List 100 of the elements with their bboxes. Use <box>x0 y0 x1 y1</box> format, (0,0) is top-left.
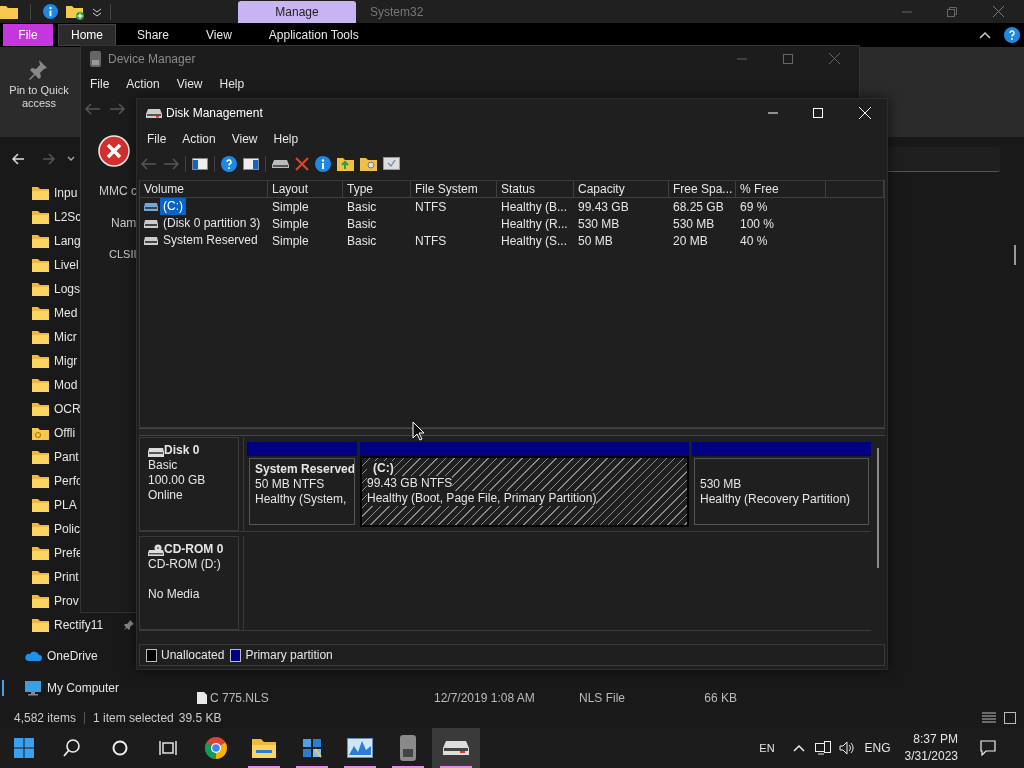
circle-icon[interactable] <box>112 740 128 756</box>
disk-label-panel[interactable]: CD-ROM 0 CD-ROM (D:) No Media <box>139 536 239 630</box>
nav-item[interactable]: Inpu <box>2 181 78 205</box>
table-cell-text: Basic <box>347 232 377 250</box>
menu-item[interactable]: Action <box>126 75 160 93</box>
nav-item[interactable]: Prov <box>2 589 79 613</box>
nav-item[interactable]: Offli <box>2 421 76 445</box>
folder-search-icon[interactable] <box>360 156 377 171</box>
nav-item[interactable]: Livel <box>2 253 79 277</box>
folder-icon <box>32 618 49 632</box>
details-view-icon[interactable] <box>982 712 996 724</box>
windows-start-icon[interactable] <box>14 738 34 758</box>
chevron-down-icon[interactable] <box>92 6 102 17</box>
nav-item[interactable]: Med <box>2 301 78 325</box>
scrollbar[interactable] <box>1014 245 1016 265</box>
table-cell-text: Healthy (S... <box>501 232 568 250</box>
menu-item[interactable]: File <box>147 129 167 148</box>
table-cell[interactable]: (C:) <box>160 198 186 215</box>
help-icon[interactable] <box>221 155 237 172</box>
file-name[interactable]: C 775.NLS <box>210 689 434 707</box>
column-header[interactable]: % Free <box>736 181 826 198</box>
nav-item[interactable]: PLA <box>2 493 77 517</box>
menu-item[interactable]: View <box>231 129 258 148</box>
nav-item[interactable]: Rectify11 <box>2 613 104 637</box>
nav-item[interactable]: Mod <box>2 373 78 397</box>
file-size: 66 KB <box>703 690 737 707</box>
column-header[interactable]: Free Spa... <box>669 181 736 198</box>
pin-icon <box>124 620 134 630</box>
partition-status: Healthy (Recovery Partition) <box>700 492 851 507</box>
delete-icon[interactable] <box>295 156 309 171</box>
checkbox-icon[interactable] <box>383 157 400 170</box>
menu-item[interactable]: Help <box>273 129 299 148</box>
folder-icon[interactable] <box>0 3 18 20</box>
pin-button[interactable]: Pin to Quick access <box>0 47 78 137</box>
file-icon <box>197 692 207 704</box>
folder-up-icon[interactable] <box>337 156 354 171</box>
scrollbar[interactable] <box>877 448 879 568</box>
table-cell-text: 530 MB <box>673 215 715 233</box>
folder-icon <box>252 738 276 758</box>
panel-icon[interactable] <box>192 157 208 170</box>
column-header[interactable]: Status <box>497 181 574 198</box>
language-indicator[interactable]: EN <box>759 739 775 757</box>
ribbon-tab[interactable]: Share <box>121 24 186 46</box>
nav-item[interactable]: Pant <box>2 445 79 469</box>
ribbon-tab[interactable]: Home <box>58 24 116 46</box>
search-icon[interactable] <box>63 739 81 757</box>
taskbar-app[interactable] <box>432 728 480 768</box>
folder-icon <box>32 258 49 272</box>
column-header[interactable]: Layout <box>268 181 343 198</box>
column-header[interactable]: File System <box>411 181 497 198</box>
folder-icon <box>32 378 49 392</box>
disk-label-panel[interactable]: Disk 0 Basic 100.00 GB Online <box>139 437 239 531</box>
input-language[interactable]: ENG <box>864 739 891 757</box>
chevron-up-icon[interactable] <box>979 31 991 39</box>
cd-drive-icon <box>148 544 164 557</box>
info-icon[interactable] <box>43 4 58 19</box>
nav-item[interactable]: My Computer <box>2 676 120 700</box>
folder-icon <box>32 594 49 608</box>
column-header[interactable]: Type <box>343 181 411 198</box>
chevron-down-icon[interactable] <box>67 156 75 162</box>
ribbon-tab[interactable]: File <box>3 24 53 46</box>
table-cell-text: 530 MB <box>578 215 620 233</box>
folder-icon <box>32 426 49 440</box>
volume-icon[interactable] <box>838 741 855 755</box>
table-cell[interactable]: (Disk 0 partition 3) <box>160 215 264 232</box>
network-icon[interactable] <box>814 741 831 755</box>
nav-item[interactable]: Print <box>2 565 79 589</box>
drive-icon[interactable] <box>272 157 289 170</box>
nav-item[interactable]: Migr <box>2 349 78 373</box>
menu-item[interactable]: File <box>90 75 110 93</box>
clock-time[interactable]: 8:37 PM <box>913 731 958 748</box>
folder-icon <box>32 354 49 368</box>
menu-item[interactable]: View <box>176 75 203 93</box>
table-cell[interactable]: System Reserved <box>160 232 261 249</box>
info-icon[interactable] <box>315 155 331 172</box>
column-header[interactable]: Capacity <box>574 181 669 198</box>
error-text: MMC c <box>99 183 136 200</box>
cloud-icon <box>24 650 42 662</box>
nav-item[interactable]: Polic <box>2 517 80 541</box>
restore-icon[interactable] <box>947 6 957 17</box>
tiles-view-icon[interactable] <box>1004 712 1016 724</box>
folder-icon <box>32 450 49 464</box>
panel-icon[interactable] <box>243 157 259 170</box>
nav-item[interactable]: OneDrive <box>2 644 98 668</box>
nav-item[interactable]: Logs <box>2 277 81 301</box>
task-view-icon[interactable] <box>159 740 177 756</box>
new-folder-icon[interactable] <box>66 3 84 20</box>
nav-item[interactable]: Lang <box>2 229 81 253</box>
help-icon[interactable] <box>1004 27 1020 43</box>
table-cell-text: 69 % <box>740 198 768 216</box>
clock-date[interactable]: 3/31/2023 <box>904 748 958 765</box>
menu-item[interactable]: Help <box>219 75 245 93</box>
menu-item[interactable]: Action <box>182 129 216 148</box>
ribbon-tab[interactable]: View <box>190 24 248 46</box>
ribbon-tab[interactable]: Application Tools <box>252 24 375 46</box>
nav-item[interactable]: Micr <box>2 325 77 349</box>
nav-item[interactable]: L2Sc <box>2 205 82 229</box>
context-tab[interactable]: Manage <box>238 0 356 23</box>
nav-item[interactable]: OCR <box>2 397 81 421</box>
notification-icon[interactable] <box>980 740 996 756</box>
